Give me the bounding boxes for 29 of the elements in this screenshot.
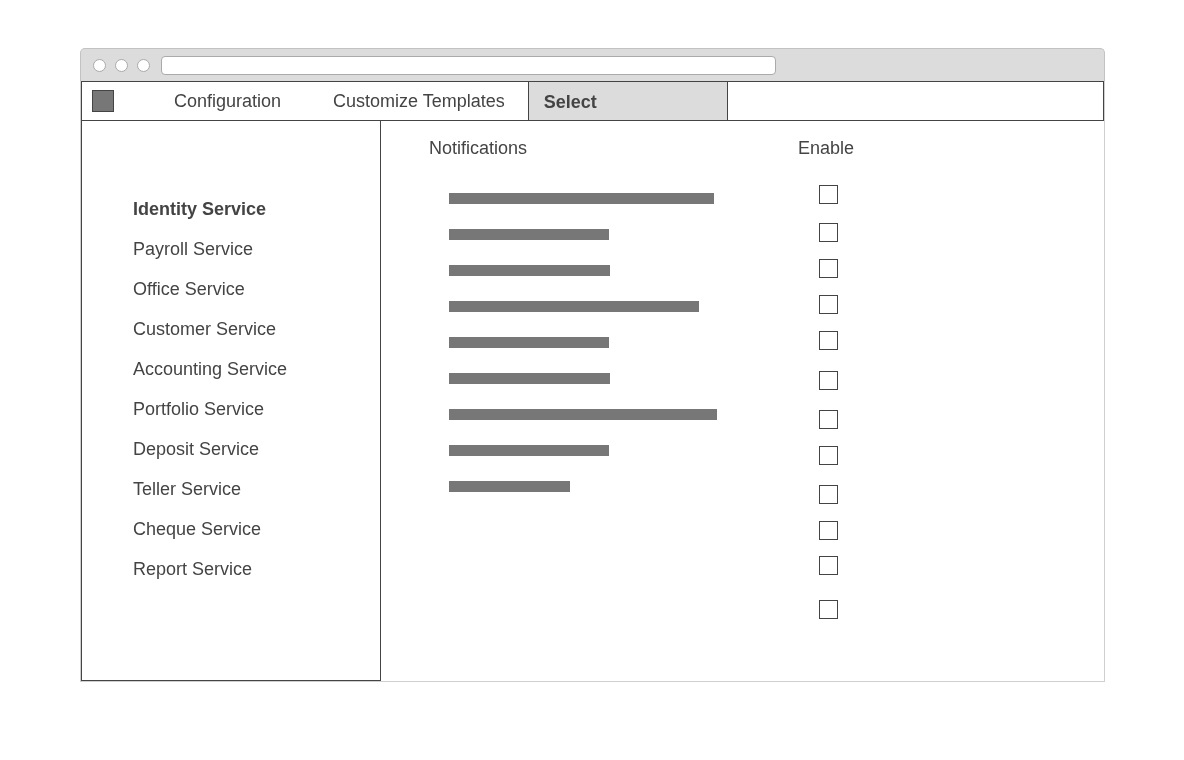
nav-tab[interactable]: Configuration bbox=[158, 82, 298, 120]
sidebar-item[interactable]: Report Service bbox=[133, 549, 253, 589]
enable-checkbox[interactable] bbox=[819, 446, 838, 465]
sidebar-item[interactable]: Cheque Service bbox=[133, 509, 262, 549]
nav-tab[interactable]: Select bbox=[527, 82, 728, 120]
sidebar-item[interactable]: Identity Service bbox=[133, 189, 267, 229]
enable-checkbox[interactable] bbox=[819, 485, 838, 504]
enable-checkbox[interactable] bbox=[819, 185, 838, 204]
enable-checkbox[interactable] bbox=[819, 259, 838, 278]
nav-tab[interactable]: Customize Templates bbox=[317, 82, 521, 120]
sidebar-item[interactable]: Accounting Service bbox=[133, 349, 288, 389]
logo-placeholder-icon bbox=[92, 90, 114, 112]
address-field[interactable] bbox=[161, 55, 776, 75]
sidebar-item[interactable]: Teller Service bbox=[133, 469, 242, 509]
enable-checkbox[interactable] bbox=[819, 223, 838, 242]
enable-checkbox[interactable] bbox=[819, 521, 838, 540]
enable-checkbox[interactable] bbox=[819, 331, 838, 350]
enable-checkbox[interactable] bbox=[819, 556, 838, 575]
enable-checkbox[interactable] bbox=[819, 295, 838, 314]
sidebar-item[interactable]: Portfolio Service bbox=[133, 389, 265, 429]
enable-checkbox[interactable] bbox=[819, 371, 838, 390]
sidebar-item[interactable]: Deposit Service bbox=[133, 429, 260, 469]
enable-checkbox[interactable] bbox=[819, 410, 838, 429]
sidebar-item[interactable]: Office Service bbox=[133, 269, 245, 309]
enable-checkbox[interactable] bbox=[819, 600, 838, 619]
sidebar-item[interactable]: Payroll Service bbox=[133, 229, 254, 269]
column-header: Notifications bbox=[429, 138, 528, 158]
sidebar-item[interactable]: Customer Service bbox=[133, 309, 277, 349]
column-header: Enable bbox=[798, 138, 855, 158]
